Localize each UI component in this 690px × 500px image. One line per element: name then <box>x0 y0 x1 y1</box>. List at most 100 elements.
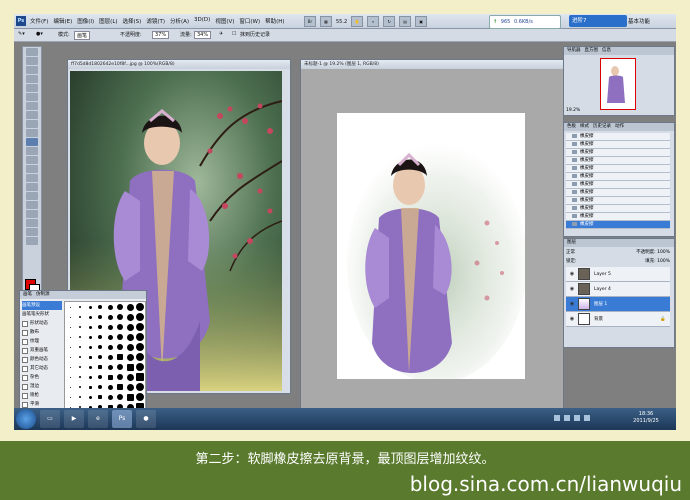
start-button-icon[interactable] <box>16 409 36 429</box>
brush-tool-icon[interactable] <box>26 111 38 119</box>
brush-option-wet-edges[interactable]: 湿边 <box>22 382 62 391</box>
tab-histogram[interactable]: 直方图 <box>585 47 599 55</box>
layer-row-background[interactable]: ◉ 背景 🔒 <box>566 312 670 327</box>
erase-history-checkbox[interactable]: ☐ <box>232 31 236 37</box>
brush-preset[interactable] <box>65 362 75 372</box>
menu-layer[interactable]: 图层(L) <box>99 17 117 25</box>
brush-preset[interactable] <box>125 362 135 372</box>
brush-preset[interactable] <box>65 382 75 392</box>
brush-preset[interactable] <box>75 322 85 332</box>
checkbox[interactable] <box>22 320 28 327</box>
document-title-new[interactable]: 未标题-1 @ 19.2% (图层 1, RGB/8) <box>301 60 563 69</box>
brush-preset[interactable] <box>95 352 105 362</box>
tab-actions[interactable]: 动作 <box>615 123 624 131</box>
brush-preset[interactable] <box>75 302 85 312</box>
checkbox[interactable] <box>22 329 28 336</box>
brush-preset[interactable] <box>95 302 105 312</box>
brush-preset[interactable] <box>65 302 75 312</box>
brush-preset[interactable] <box>85 392 95 402</box>
brush-preset[interactable] <box>135 322 145 332</box>
brush-preset[interactable] <box>85 322 95 332</box>
tray-network-icon[interactable] <box>554 415 560 421</box>
brush-preset[interactable] <box>135 342 145 352</box>
brush-preset[interactable] <box>115 302 125 312</box>
brush-preset[interactable] <box>135 392 145 402</box>
brush-preset[interactable] <box>95 322 105 332</box>
brush-preset[interactable] <box>65 392 75 402</box>
brush-preset[interactable] <box>95 382 105 392</box>
brush-preset[interactable] <box>85 312 95 322</box>
menu-filter[interactable]: 滤镜(T) <box>146 17 165 25</box>
taskbar-browser-icon[interactable]: e <box>88 410 108 428</box>
brush-option-presets[interactable]: 画笔预设 <box>22 301 62 310</box>
dodge-tool-icon[interactable] <box>26 165 38 173</box>
layer-row-layer4[interactable]: ◉ Layer 4 <box>566 282 670 297</box>
checkbox[interactable] <box>22 374 28 381</box>
tray-volume-icon[interactable] <box>564 415 570 421</box>
checkbox[interactable] <box>22 401 28 408</box>
brush-preset[interactable] <box>75 332 85 342</box>
brush-preset[interactable] <box>115 322 125 332</box>
brush-preset[interactable] <box>95 342 105 352</box>
history-state[interactable]: 橡皮擦 <box>566 213 670 221</box>
opacity-input[interactable]: 37% <box>152 31 170 39</box>
brush-preset[interactable] <box>135 302 145 312</box>
brush-preset[interactable] <box>75 352 85 362</box>
navigator-zoom-value[interactable]: 19.2% <box>566 108 580 113</box>
brush-preset[interactable] <box>135 362 145 372</box>
flow-input[interactable]: 34% <box>194 31 212 39</box>
taskbar-photoshop-icon[interactable]: Ps <box>112 410 132 428</box>
3d-orbit-tool-icon[interactable] <box>26 219 38 227</box>
zoom-level-select[interactable]: 55.2 <box>336 19 347 25</box>
menu-3d[interactable]: 3D(D) <box>194 17 210 25</box>
brush-preset[interactable] <box>85 352 95 362</box>
brush-preset[interactable] <box>125 302 135 312</box>
promo-button[interactable]: 进阶7 <box>569 15 627 27</box>
workspace-switcher[interactable]: 基本功能 <box>628 17 650 25</box>
tab-history[interactable]: 历史记录 <box>593 123 611 131</box>
brush-preset[interactable] <box>105 302 115 312</box>
navigator-thumbnail[interactable] <box>600 58 636 110</box>
move-tool-icon[interactable] <box>26 48 38 56</box>
menu-help[interactable]: 帮助(H) <box>265 17 284 25</box>
3d-rotate-tool-icon[interactable] <box>26 210 38 218</box>
brush-preset[interactable] <box>115 362 125 372</box>
brush-preset[interactable] <box>125 332 135 342</box>
brush-preset[interactable] <box>65 372 75 382</box>
taskbar-explorer-icon[interactable]: ▭ <box>40 410 60 428</box>
blur-tool-icon[interactable] <box>26 156 38 164</box>
brush-preset[interactable] <box>75 372 85 382</box>
eraser-tool-icon[interactable] <box>26 138 38 146</box>
tray-flag-icon[interactable] <box>584 415 590 421</box>
history-state[interactable]: 橡皮擦 <box>566 157 670 165</box>
brush-preset[interactable] <box>115 372 125 382</box>
eyedropper-tool-icon[interactable] <box>26 93 38 101</box>
zoom-tool-small-icon[interactable] <box>26 237 38 245</box>
brush-preset[interactable] <box>135 332 145 342</box>
brush-preset[interactable] <box>105 312 115 322</box>
menu-view[interactable]: 视图(V) <box>215 17 234 25</box>
brush-preset[interactable] <box>95 332 105 342</box>
screen-mode-icon[interactable]: ▣ <box>415 16 428 27</box>
history-state[interactable]: 橡皮擦 <box>566 141 670 149</box>
brush-option-texture[interactable]: 纹理 <box>22 337 62 346</box>
brush-preset[interactable] <box>115 382 125 392</box>
brush-preset[interactable] <box>105 342 115 352</box>
brush-preset-grid[interactable] <box>64 301 146 413</box>
brush-preset[interactable] <box>85 342 95 352</box>
brush-preset[interactable] <box>135 312 145 322</box>
tab-brush[interactable]: 画笔 <box>23 291 32 299</box>
checkbox[interactable] <box>22 392 28 399</box>
tab-swatches[interactable]: 色板 <box>567 123 576 131</box>
brush-preset[interactable] <box>125 372 135 382</box>
brush-option-color-dynamics[interactable]: 颜色动态 <box>22 355 62 364</box>
brush-option-noise[interactable]: 杂色 <box>22 373 62 382</box>
brush-preset[interactable] <box>105 322 115 332</box>
tab-layers[interactable]: 图层 <box>567 239 576 247</box>
tab-navigator[interactable]: 导航器 <box>567 47 581 55</box>
history-state[interactable]: 橡皮擦 <box>566 149 670 157</box>
layer-row-layer5[interactable]: ◉ Layer 5 <box>566 267 670 282</box>
brush-preset[interactable] <box>75 392 85 402</box>
brush-preset[interactable] <box>85 362 95 372</box>
type-tool-icon[interactable] <box>26 183 38 191</box>
